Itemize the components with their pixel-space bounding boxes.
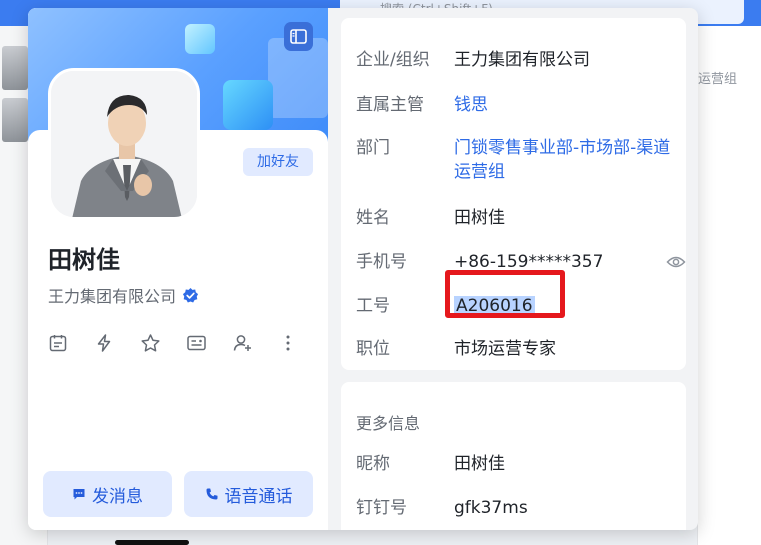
profile-company: 王力集团有限公司 [48,283,199,307]
more-info-title: 更多信息 [356,414,421,433]
dingtalk-id-value: gfk37ms [454,498,528,518]
more-button[interactable] [278,330,324,356]
verified-icon [182,287,199,302]
add-friend-button[interactable]: 加好友 [243,148,313,176]
dept-label: 部门 [356,138,390,158]
add-contact-icon [233,335,251,351]
add-contact-button[interactable] [232,330,278,356]
profile-card: 加好友 田树佳 王力集团有限公司 发消息 语音通话 企业/组织 王力集团有限公司… [28,8,698,530]
department-link[interactable]: 门锁零售事业部-市场部-渠道运营组 [454,136,676,184]
message-icon [73,489,85,500]
person-photo [51,71,197,217]
conversation-avatar[interactable] [2,46,28,90]
title-value: 市场运营专家 [454,339,556,359]
manager-label: 直属主管 [356,95,424,115]
more-info: 更多信息 昵称 田树佳 钉钉号 gfk37ms [341,382,686,530]
name-label: 姓名 [356,208,390,228]
profile-company-text: 王力集团有限公司 [48,287,177,306]
favorite-button[interactable] [140,330,186,356]
org-value: 王力集团有限公司 [454,50,590,70]
card-icon [187,335,206,351]
highlight-annotation [445,270,565,318]
send-message-label: 发消息 [92,486,143,507]
org-label: 企业/组织 [356,50,430,70]
phone-icon [206,488,217,500]
taskbar-indicator [115,540,189,545]
eye-icon[interactable] [666,254,686,270]
profile-summary: 加好友 田树佳 王力集团有限公司 发消息 语音通话 [28,8,328,530]
profile-actions [48,330,324,356]
calendar-button[interactable] [48,330,94,356]
voice-call-label: 语音通话 [224,486,293,507]
send-message-button[interactable]: 发消息 [43,471,172,517]
nickname-value: 田树佳 [454,454,505,474]
banner-decoration [223,80,273,130]
profile-name: 田树佳 [48,246,120,274]
flash-icon [97,334,111,352]
dingtalk-id-label: 钉钉号 [356,498,407,518]
flash-button[interactable] [94,330,140,356]
name-value: 田树佳 [454,208,505,228]
phone-label: 手机号 [356,252,407,272]
banner-decoration [185,24,215,54]
manager-link[interactable]: 钱思 [454,93,676,117]
employee-id-label: 工号 [356,296,390,316]
title-label: 职位 [356,339,390,359]
nickname-label: 昵称 [356,454,390,474]
voice-call-button[interactable]: 语音通话 [184,471,313,517]
more-icon [286,335,290,351]
chat-side-area [697,26,761,545]
star-icon [141,334,160,352]
avatar[interactable] [48,68,200,220]
sidebar-toggle-button[interactable] [284,22,313,51]
calendar-icon [49,335,67,352]
panel-icon [290,29,307,44]
conversation-avatar[interactable] [2,98,28,142]
business-card-button[interactable] [186,330,232,356]
